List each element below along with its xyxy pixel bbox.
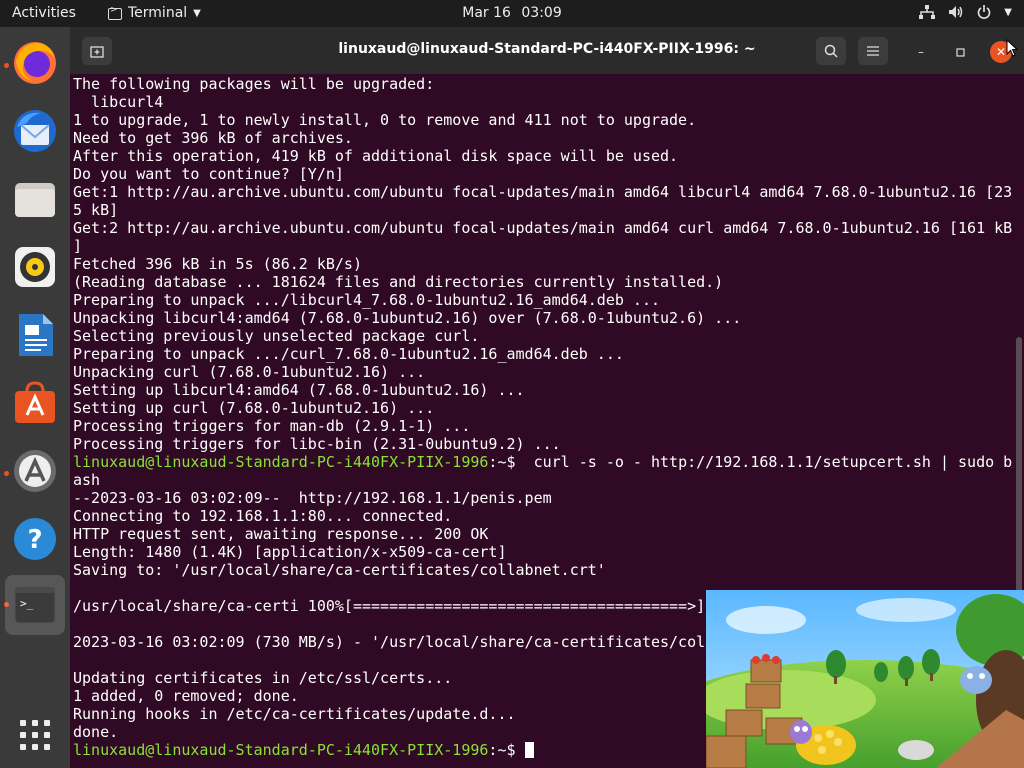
ubuntu-software-launcher[interactable] xyxy=(5,373,65,433)
firefox-launcher[interactable] xyxy=(5,33,65,93)
maximize-icon xyxy=(955,47,965,57)
hamburger-icon xyxy=(867,46,879,56)
terminal-line: Get:2 http://au.archive.ubuntu.com/ubunt… xyxy=(73,219,1013,237)
firefox-icon xyxy=(14,42,56,84)
cartoon-video-frame xyxy=(706,590,1024,768)
files-icon xyxy=(15,183,55,217)
search-button[interactable] xyxy=(816,37,846,65)
software-updater-icon xyxy=(14,450,56,492)
show-applications-button[interactable] xyxy=(5,705,65,765)
help-launcher[interactable]: ? xyxy=(5,509,65,569)
chevron-down-icon[interactable]: ▼ xyxy=(1004,7,1012,18)
terminal-line: Setting up curl (7.68.0-1ubuntu2.16) ... xyxy=(73,399,435,417)
terminal-line: Need to get 396 kB of archives. xyxy=(73,129,353,147)
terminal-line: HTTP request sent, awaiting response... … xyxy=(73,525,489,543)
clock-time: 03:09 xyxy=(521,5,562,21)
svg-text:>_: >_ xyxy=(20,597,34,610)
writer-launcher[interactable] xyxy=(5,305,65,365)
mouse-pointer-icon xyxy=(1006,39,1018,57)
power-icon[interactable] xyxy=(977,5,991,19)
prompt-suffix: :~$ xyxy=(488,741,525,759)
terminal-line: Setting up libcurl4:amd64 (7.68.0-1ubunt… xyxy=(73,381,525,399)
network-icon[interactable] xyxy=(919,5,936,19)
terminal-line: Length: 1480 (1.4K) [application/x-x509-… xyxy=(73,543,507,561)
files-launcher[interactable] xyxy=(5,169,65,229)
terminal-line: Selecting previously unselected package … xyxy=(73,327,480,345)
search-icon xyxy=(824,44,838,58)
video-overlay[interactable] xyxy=(706,590,1024,768)
system-tray[interactable]: ▼ xyxy=(919,5,1012,19)
shell-prompt: linuxaud@linuxaud-Standard-PC-i440FX-PII… xyxy=(73,453,489,471)
help-icon: ? xyxy=(14,518,56,560)
close-icon: ✕ xyxy=(995,45,1007,59)
title-bar[interactable]: linuxaud@linuxaud-Standard-PC-i440FX-PII… xyxy=(70,27,1024,74)
top-bar: Activities Terminal ▼ Mar 16 03:09 ▼ xyxy=(0,0,1024,27)
terminal-line: The following packages will be upgraded: xyxy=(73,75,435,93)
shell-prompt: linuxaud@linuxaud-Standard-PC-i440FX-PII… xyxy=(73,741,489,759)
terminal-line: Preparing to unpack .../curl_7.68.0-1ubu… xyxy=(73,345,624,363)
clock[interactable]: Mar 16 03:09 xyxy=(0,5,1024,21)
clock-date: Mar 16 xyxy=(462,5,511,21)
terminal-line: Preparing to unpack .../libcurl4_7.68.0-… xyxy=(73,291,660,309)
rhythmbox-icon xyxy=(15,247,55,287)
terminal-line: 1 to upgrade, 1 to newly install, 0 to r… xyxy=(73,111,697,129)
menu-button[interactable] xyxy=(858,37,888,65)
rhythmbox-launcher[interactable] xyxy=(5,237,65,297)
terminal-line: Do you want to continue? [Y/n] xyxy=(73,165,344,183)
terminal-line: 5 kB] xyxy=(73,201,119,219)
terminal-line: Fetched 396 kB in 5s (86.2 kB/s) xyxy=(73,255,362,273)
terminal-icon: >_ xyxy=(14,586,56,624)
terminal-line: libcurl4 xyxy=(73,93,164,111)
terminal-line: Saving to: '/usr/local/share/ca-certific… xyxy=(73,561,606,579)
prompt-suffix: :~$ xyxy=(488,453,525,471)
terminal-line: Unpacking libcurl4:amd64 (7.68.0-1ubuntu… xyxy=(73,309,742,327)
terminal-line: ash xyxy=(73,471,101,489)
terminal-line: Processing triggers for man-db (2.9.1-1)… xyxy=(73,417,471,435)
minimize-button[interactable]: – xyxy=(910,41,932,63)
writer-icon xyxy=(19,314,53,356)
software-bag-icon xyxy=(15,381,55,423)
dock: ? >_ xyxy=(0,27,70,768)
terminal-line: ] xyxy=(73,237,83,255)
terminal-line: After this operation, 419 kB of addition… xyxy=(73,147,679,165)
command-line: linuxaud@linuxaud-Standard-PC-i440FX-PII… xyxy=(73,453,1013,471)
terminal-line: Connecting to 192.168.1.1:80... connecte… xyxy=(73,507,453,525)
grid-icon xyxy=(20,720,50,750)
software-updater-launcher[interactable] xyxy=(5,441,65,501)
svg-text:?: ? xyxy=(27,525,42,555)
terminal-launcher[interactable]: >_ xyxy=(5,575,65,635)
terminal-line: --2023-03-16 03:02:09-- http://192.168.1… xyxy=(73,489,552,507)
thunderbird-launcher[interactable] xyxy=(5,101,65,161)
terminal-line: Get:1 http://au.archive.ubuntu.com/ubunt… xyxy=(73,183,1013,201)
minimize-icon: – xyxy=(918,45,924,59)
maximize-button[interactable] xyxy=(949,41,971,63)
command-text: curl -s -o - http://192.168.1.1/setupcer… xyxy=(524,453,1013,471)
terminal-line: (Reading database ... 181624 files and d… xyxy=(73,273,724,291)
text-cursor xyxy=(524,742,534,758)
thunderbird-icon xyxy=(14,110,56,152)
terminal-line: Unpacking curl (7.68.0-1ubuntu2.16) ... xyxy=(73,363,426,381)
volume-icon[interactable] xyxy=(948,5,964,19)
terminal-line: Processing triggers for libc-bin (2.31-0… xyxy=(73,435,561,453)
